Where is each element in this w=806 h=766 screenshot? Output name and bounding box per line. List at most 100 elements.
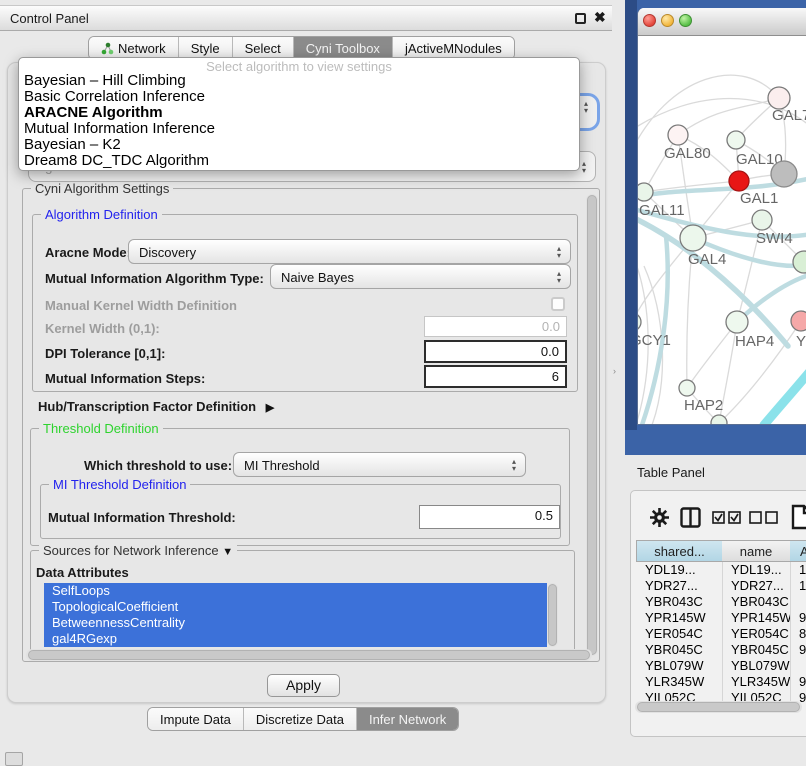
which-threshold-combo[interactable]: MI Threshold ▴▾ <box>233 452 526 477</box>
column-header-shared-name[interactable]: shared... <box>636 540 723 562</box>
manual-kernel-checkbox[interactable] <box>551 297 565 311</box>
zoom-traffic-light-icon[interactable] <box>679 14 692 27</box>
table-row[interactable]: YPR145WYPR145W9. <box>636 610 806 626</box>
close-icon[interactable]: ✖ <box>594 9 606 26</box>
table-cell: 12 <box>790 578 806 594</box>
bottom-tab-impute-data[interactable]: Impute Data <box>148 708 244 730</box>
algorithm-popup-item[interactable]: Bayesian – Hill Climbing <box>19 73 579 89</box>
network-node[interactable] <box>711 415 727 425</box>
network-node[interactable] <box>793 251 806 273</box>
network-node-hap2[interactable] <box>679 380 695 396</box>
node-label: Y <box>796 333 806 350</box>
network-node-gal11[interactable] <box>638 183 653 201</box>
column-header-partial[interactable]: A <box>790 540 806 562</box>
control-panel-titlebar[interactable]: Control Panel ✖ <box>0 5 612 31</box>
bottom-tab-infer-network[interactable]: Infer Network <box>357 708 458 730</box>
data-attribute-item[interactable]: SelfLoops <box>44 583 547 599</box>
algorithm-definition-title: Algorithm Definition <box>41 207 162 222</box>
node-label: GAL80 <box>664 145 711 162</box>
table-cell: YBR045C <box>722 642 790 658</box>
network-node-gcy1[interactable] <box>638 313 641 331</box>
tab-style[interactable]: Style <box>179 37 233 59</box>
algorithm-popup-item[interactable]: Basic Correlation Inference <box>19 89 579 105</box>
mi-algorithm-type-combo[interactable]: Naive Bayes ▴▾ <box>270 264 571 289</box>
control-panel: Control Panel ✖ Network StyleSelectCyni T… <box>0 0 612 762</box>
network-node-gal4[interactable] <box>680 225 706 251</box>
data-attribute-item[interactable]: gal4RGexp <box>44 631 547 647</box>
tab-label: Network <box>118 41 166 56</box>
algorithm-popup-item[interactable]: ARACNE Algorithm <box>19 105 579 121</box>
network-node-hap4[interactable] <box>726 311 748 333</box>
tab-network[interactable]: Network <box>89 37 179 59</box>
table-row[interactable]: YER054CYER054C8. <box>636 626 806 642</box>
bottom-tab-discretize-data[interactable]: Discretize Data <box>244 708 357 730</box>
network-node-gal80[interactable] <box>668 125 688 145</box>
tab-select[interactable]: Select <box>233 37 294 59</box>
splitter-handle[interactable]: › <box>613 366 616 376</box>
table-horizontal-scrollbar[interactable] <box>635 701 802 713</box>
table-row[interactable]: YDL19...YDL19...13 <box>636 562 806 578</box>
close-traffic-light-icon[interactable] <box>643 14 656 27</box>
checked-checkboxes-icon[interactable] <box>712 511 742 524</box>
mi-steps-field[interactable]: 6 <box>424 365 567 388</box>
table-cell: YDR27... <box>636 578 722 594</box>
kernel-width-label: Kernel Width (0,1): <box>45 321 160 336</box>
data-attribute-item[interactable]: TopologicalCoefficient <box>44 599 547 615</box>
data-attribute-item[interactable]: BetweennessCentrality <box>44 615 547 631</box>
mi-threshold-label: Mutual Information Threshold: <box>48 510 236 525</box>
data-attributes-label: Data Attributes <box>36 565 129 580</box>
table-cell: 9. <box>790 642 806 658</box>
node-label: SWI4 <box>756 230 793 247</box>
table-panel-title: Table Panel <box>637 465 705 480</box>
mi-algorithm-type-value: Naive Bayes <box>281 270 354 285</box>
table-cell: YBR043C <box>722 594 790 610</box>
table-cell: YBL079W <box>722 658 790 674</box>
minimize-traffic-light-icon[interactable] <box>661 14 674 27</box>
aracne-mode-label: Aracne Mode: <box>45 245 131 260</box>
table-cell: YBL079W <box>636 658 722 674</box>
table-row[interactable]: YBR045CYBR045C9. <box>636 642 806 658</box>
mi-threshold-field[interactable]: 0.5 <box>419 505 560 529</box>
network-node-gal7[interactable] <box>768 87 790 109</box>
node-label: GCY1 <box>638 332 671 349</box>
table-cell: YBR045C <box>636 642 722 658</box>
table-row[interactable]: YBR043CYBR043C <box>636 594 806 610</box>
table-row[interactable]: YBL079WYBL079W <box>636 658 806 674</box>
unchecked-checkboxes-icon[interactable] <box>749 511 779 524</box>
algorithm-popup-item[interactable]: Mutual Information Inference <box>19 121 579 137</box>
hub-section-toggle[interactable]: Hub/Transcription Factor Definition ▶ <box>38 399 274 414</box>
network-node-gal10[interactable] <box>727 131 745 149</box>
control-panel-bottom-tabs: Impute DataDiscretize DataInfer Network <box>147 707 459 731</box>
collapsed-panel-icon[interactable] <box>5 752 23 766</box>
settings-vertical-scrollbar[interactable] <box>586 194 598 656</box>
attributes-vertical-scrollbar[interactable] <box>547 583 558 647</box>
table-cell: YDL19... <box>722 562 790 578</box>
aracne-mode-combo[interactable]: Discovery ▴▾ <box>128 239 571 264</box>
sources-group-title[interactable]: Sources for Network Inference ▼ <box>39 543 237 558</box>
settings-horizontal-scrollbar[interactable] <box>26 649 592 661</box>
network-node-y[interactable] <box>791 311 806 331</box>
dpi-tolerance-field[interactable]: 0.0 <box>424 340 567 363</box>
gear-icon[interactable] <box>649 507 670 528</box>
network-node[interactable] <box>771 161 797 187</box>
document-icon[interactable] <box>791 504 806 530</box>
table-row[interactable]: YLR345WYLR345W9. <box>636 674 806 690</box>
algorithm-popup-item[interactable]: Bayesian – K2 <box>19 137 579 153</box>
threshold-definition-title: Threshold Definition <box>39 421 163 436</box>
columns-icon[interactable] <box>680 507 701 528</box>
tab-jactivemnodules[interactable]: jActiveMNodules <box>393 37 514 59</box>
table-cell: 13 <box>790 562 806 578</box>
node-label: HAP4 <box>735 333 774 350</box>
kernel-width-field[interactable]: 0.0 <box>424 316 567 337</box>
float-window-icon[interactable] <box>575 13 586 24</box>
network-node-swi4[interactable] <box>752 210 772 230</box>
mi-steps-label: Mutual Information Steps: <box>45 371 205 386</box>
algorithm-popup-item[interactable]: Dream8 DC_TDC Algorithm <box>19 153 579 169</box>
tab-cyni-toolbox[interactable]: Cyni Toolbox <box>294 37 393 59</box>
column-header-name[interactable]: name <box>722 540 791 562</box>
table-cell: YBR043C <box>636 594 722 610</box>
table-row[interactable]: YDR27...YDR27...12 <box>636 578 806 594</box>
network-node-gal1[interactable] <box>729 171 749 191</box>
network-canvas[interactable]: GAL7GAL80GAL10GAL1GAL11SWI4GAL4GCY1HAP4Y… <box>638 36 806 425</box>
apply-button[interactable]: Apply <box>267 674 340 697</box>
